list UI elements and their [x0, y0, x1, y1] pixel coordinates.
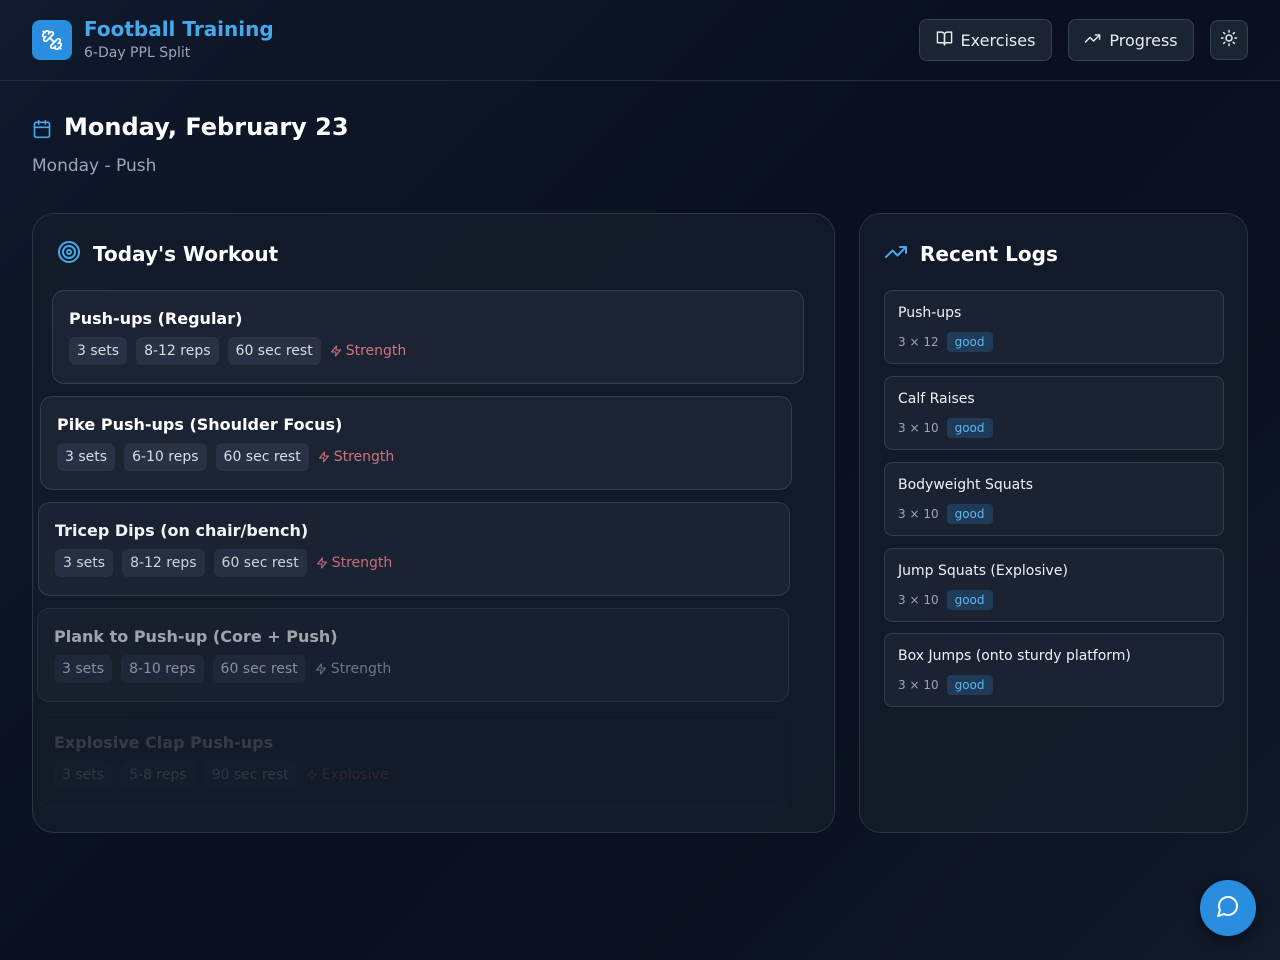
- logs-panel-title: Recent Logs: [920, 242, 1058, 266]
- dumbbell-icon: [32, 20, 72, 60]
- category-label: Strength: [316, 555, 392, 571]
- exercise-name: Explosive Clap Push-ups: [54, 733, 274, 752]
- app-title: Football Training: [84, 17, 274, 41]
- sun-icon: [1220, 29, 1238, 51]
- category-label: Strength: [318, 449, 394, 465]
- page-title: Monday, February 23: [64, 113, 349, 141]
- workout-panel: Today's Workout Push-ups (Regular) 3 set…: [32, 213, 835, 833]
- reps-tag: 8-12 reps: [136, 337, 219, 365]
- progress-button[interactable]: Progress: [1068, 19, 1194, 61]
- exercise-name: Tricep Dips (on chair/bench): [55, 521, 309, 540]
- exercise-name: Push-ups (Regular): [69, 309, 243, 328]
- exercise-name: Pike Push-ups (Shoulder Focus): [57, 415, 343, 434]
- book-open-icon: [936, 30, 953, 51]
- zap-icon: [306, 769, 317, 781]
- rest-tag: 90 sec rest: [203, 761, 297, 789]
- status-badge: good: [946, 590, 993, 610]
- reps-tag: 8-10 reps: [121, 655, 204, 683]
- chat-button[interactable]: [1200, 880, 1256, 936]
- page-subtitle: Monday - Push: [32, 156, 157, 176]
- calendar-icon: [32, 119, 52, 143]
- logs-panel-header: Recent Logs: [884, 240, 1058, 268]
- reps-tag: 5-8 reps: [121, 761, 195, 789]
- zap-icon: [330, 345, 341, 357]
- reps-tag: 6-10 reps: [124, 443, 207, 471]
- zap-icon: [316, 557, 327, 569]
- log-count: 3 × 10: [898, 678, 939, 692]
- exercise-card[interactable]: Pike Push-ups (Shoulder Focus) 3 sets 6-…: [40, 396, 792, 490]
- log-name: Box Jumps (onto sturdy platform): [898, 648, 1131, 664]
- exercise-card[interactable]: Push-ups (Regular) 3 sets 8-12 reps 60 s…: [52, 290, 804, 384]
- log-name: Push-ups: [898, 305, 962, 321]
- sets-tag: 3 sets: [69, 337, 128, 365]
- trending-up-icon: [1084, 30, 1101, 51]
- workout-panel-header: Today's Workout: [57, 240, 278, 268]
- log-count: 3 × 12: [898, 335, 939, 349]
- rest-tag: 60 sec rest: [215, 443, 309, 471]
- rest-tag: 60 sec rest: [212, 655, 306, 683]
- log-count: 3 × 10: [898, 507, 939, 521]
- log-item[interactable]: Jump Squats (Explosive) 3 × 10 good: [884, 548, 1224, 622]
- log-name: Calf Raises: [898, 391, 975, 407]
- status-badge: good: [946, 332, 993, 352]
- exercise-card[interactable]: Tricep Dips (on chair/bench) 3 sets 8-12…: [38, 502, 790, 596]
- sets-tag: 3 sets: [54, 655, 113, 683]
- trending-up-icon: [884, 240, 908, 268]
- status-badge: good: [946, 504, 993, 524]
- sets-tag: 3 sets: [55, 549, 114, 577]
- rest-tag: 60 sec rest: [213, 549, 307, 577]
- log-item[interactable]: Calf Raises 3 × 10 good: [884, 376, 1224, 450]
- message-circle-icon: [1216, 894, 1240, 922]
- sets-tag: 3 sets: [54, 761, 113, 789]
- log-name: Jump Squats (Explosive): [898, 563, 1068, 579]
- exercise-card[interactable]: Plank to Push-up (Core + Push) 3 sets 8-…: [37, 608, 789, 702]
- category-label: Strength: [315, 661, 391, 677]
- exercises-button[interactable]: Exercises: [919, 19, 1052, 61]
- log-name: Bodyweight Squats: [898, 477, 1034, 493]
- exercises-label: Exercises: [960, 30, 1036, 50]
- status-badge: good: [946, 675, 993, 695]
- log-item[interactable]: Bodyweight Squats 3 × 10 good: [884, 462, 1224, 536]
- log-item[interactable]: Box Jumps (onto sturdy platform) 3 × 10 …: [884, 633, 1224, 707]
- category-label: Explosive: [306, 767, 388, 783]
- sets-tag: 3 sets: [57, 443, 116, 471]
- log-count: 3 × 10: [898, 593, 939, 607]
- log-item[interactable]: Push-ups 3 × 12 good: [884, 290, 1224, 364]
- status-badge: good: [946, 418, 993, 438]
- exercise-card[interactable]: Explosive Clap Push-ups 3 sets 5-8 reps …: [37, 714, 789, 808]
- zap-icon: [318, 451, 329, 463]
- logs-panel: Recent Logs Push-ups 3 × 12 good Calf Ra…: [859, 213, 1248, 833]
- progress-label: Progress: [1109, 30, 1178, 50]
- app-header: Football Training 6-Day PPL Split Exerci…: [0, 0, 1280, 81]
- reps-tag: 8-12 reps: [122, 549, 205, 577]
- zap-icon: [315, 663, 326, 675]
- rest-tag: 60 sec rest: [227, 337, 321, 365]
- app-subtitle: 6-Day PPL Split: [84, 45, 191, 61]
- workout-panel-title: Today's Workout: [93, 242, 279, 266]
- theme-toggle-button[interactable]: [1210, 20, 1248, 60]
- log-count: 3 × 10: [898, 421, 939, 435]
- exercise-name: Plank to Push-up (Core + Push): [54, 627, 338, 646]
- target-icon: [57, 240, 81, 268]
- category-label: Strength: [330, 343, 406, 359]
